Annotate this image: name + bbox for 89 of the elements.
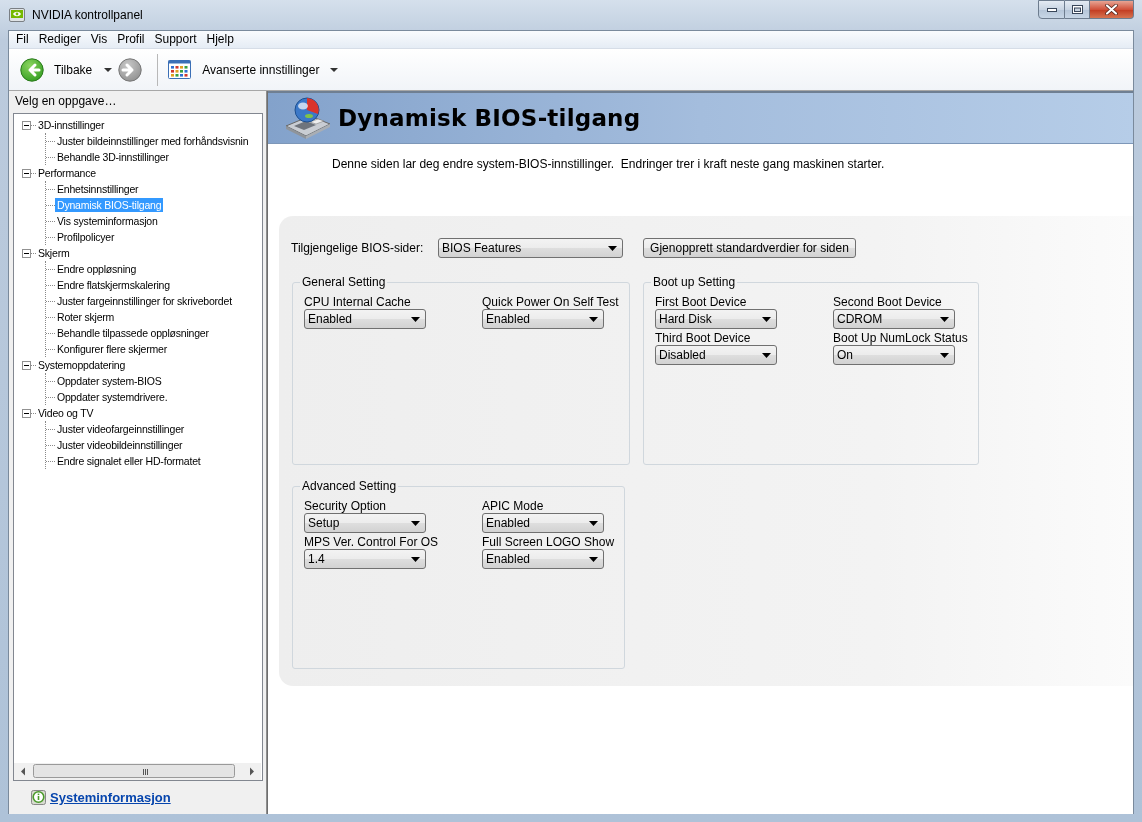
tree-item[interactable]: 3D-innstillinger: [36, 118, 107, 132]
menu-item[interactable]: Vis: [85, 31, 113, 48]
tree-item[interactable]: Roter skjerm: [55, 310, 117, 324]
menu-item[interactable]: Rediger: [33, 31, 86, 48]
tree-item[interactable]: Profilpolicyer: [55, 230, 117, 244]
tree-item[interactable]: Juster videofargeinnstillinger: [55, 422, 187, 436]
menu-item[interactable]: Profil: [112, 31, 150, 48]
group-title: Boot up Setting: [652, 275, 737, 289]
field-label: MPS Ver. Control For OS: [304, 535, 439, 549]
grid-icon: [168, 60, 192, 79]
dropdown[interactable]: Disabled: [655, 345, 777, 365]
caret-icon: [762, 316, 771, 322]
history-dropdown-button[interactable]: [104, 67, 113, 72]
tree-item[interactable]: Oppdater systemdrivere.: [55, 390, 170, 404]
close-button[interactable]: [1090, 0, 1134, 19]
info-icon: [31, 790, 46, 805]
maximize-button[interactable]: [1065, 0, 1090, 19]
field-label: Boot Up NumLock Status: [833, 331, 968, 345]
restore-defaults-button[interactable]: Gjenopprett standardverdier for siden: [643, 238, 856, 258]
tree-item[interactable]: Oppdater system-BIOS: [55, 374, 164, 388]
caret-icon: [762, 352, 771, 358]
close-icon: [1105, 4, 1118, 15]
window-title: NVIDIA kontrollpanel: [32, 8, 143, 22]
caret-icon: [589, 556, 598, 562]
caret-icon: [940, 352, 949, 358]
app-icon: [9, 8, 25, 22]
dropdown[interactable]: 1.4: [304, 549, 426, 569]
tree-item[interactable]: Enhetsinnstillinger: [55, 182, 141, 196]
dropdown[interactable]: Hard Disk: [655, 309, 777, 329]
dropdown[interactable]: Enabled: [304, 309, 426, 329]
collapse-icon[interactable]: [22, 120, 31, 130]
tree-item[interactable]: Juster videobildeinnstillinger: [55, 438, 185, 452]
tree-item[interactable]: Systemoppdatering: [36, 358, 128, 372]
back-button[interactable]: Tilbake: [20, 57, 93, 82]
page-title: Dynamisk BIOS-tilgang: [338, 105, 641, 131]
dropdown[interactable]: CDROM: [833, 309, 955, 329]
tree-item[interactable]: Endre signalet eller HD-formatet: [55, 454, 203, 468]
caret-icon: [589, 520, 598, 526]
field-label: CPU Internal Cache: [304, 295, 411, 309]
tree-item[interactable]: Vis systeminformasjon: [55, 214, 160, 228]
dropdown[interactable]: Enabled: [482, 309, 604, 329]
field-label: Tilgjengelige BIOS-sider:: [291, 241, 425, 255]
page-description: Denne siden lar deg endre system-BIOS-innstillinger. Endringer trer i kraft neste gang maskinen starter.: [332, 157, 886, 171]
caret-icon: [411, 520, 420, 526]
menu-item[interactable]: Hjelp: [201, 31, 239, 48]
field-label: First Boot Device: [655, 295, 747, 309]
collapse-icon[interactable]: [22, 408, 31, 418]
group-title: General Setting: [301, 275, 387, 289]
minimize-button[interactable]: [1038, 0, 1065, 19]
caret-icon: [608, 245, 617, 251]
panel-heading: Velg en oppgave…: [14, 93, 118, 110]
tree-item[interactable]: Konfigurer flere skjermer: [55, 342, 169, 356]
caret-icon: [589, 316, 598, 322]
tree-item[interactable]: Behandle 3D-innstillinger: [55, 150, 171, 164]
collapse-icon[interactable]: [22, 168, 31, 178]
field-label: Full Screen LOGO Show: [482, 535, 615, 549]
horizontal-scrollbar[interactable]: [14, 763, 261, 780]
dropdown[interactable]: BIOS Features: [438, 238, 623, 258]
collapse-icon[interactable]: [22, 248, 31, 258]
caret-icon: [940, 316, 949, 322]
tree-item[interactable]: Performance: [36, 166, 98, 180]
field-label: Quick Power On Self Test: [482, 295, 619, 309]
group-title: Advanced Setting: [301, 479, 398, 493]
caret-icon: [411, 556, 420, 562]
tree-item[interactable]: Behandle tilpassede oppløsninger: [55, 326, 211, 340]
tree-item[interactable]: Juster fargeinnstillinger for skrivebordet: [55, 294, 234, 308]
field-label: APIC Mode: [482, 499, 544, 513]
dropdown[interactable]: Enabled: [482, 549, 604, 569]
dropdown[interactable]: Setup: [304, 513, 426, 533]
tree-item[interactable]: Video og TV: [36, 406, 96, 420]
dropdown[interactable]: On: [833, 345, 955, 365]
tree-item[interactable]: Skjerm: [36, 246, 72, 260]
field-label: Security Option: [304, 499, 387, 513]
minimize-icon: [1046, 7, 1057, 12]
collapse-icon[interactable]: [22, 360, 31, 370]
menu-item[interactable]: Fil: [11, 31, 34, 48]
maximize-icon: [1071, 5, 1083, 14]
field-label: Third Boot Device: [655, 331, 751, 345]
view-menu-button[interactable]: Avanserte innstillinger: [168, 60, 339, 79]
system-info-link[interactable]: Systeminformasjon: [50, 790, 171, 805]
caret-icon: [411, 316, 420, 322]
tree-item[interactable]: Endre oppløsning: [55, 262, 139, 276]
caret-icon: [104, 67, 113, 72]
caret-icon: [330, 67, 339, 72]
tree-item[interactable]: Endre flatskjermskalering: [55, 278, 172, 292]
field-label: Second Boot Device: [833, 295, 942, 309]
tree-item[interactable]: Juster bildeinnstillinger med forhåndsvisnin: [55, 134, 251, 148]
menu-item[interactable]: Support: [149, 31, 202, 48]
dropdown[interactable]: Enabled: [482, 513, 604, 533]
